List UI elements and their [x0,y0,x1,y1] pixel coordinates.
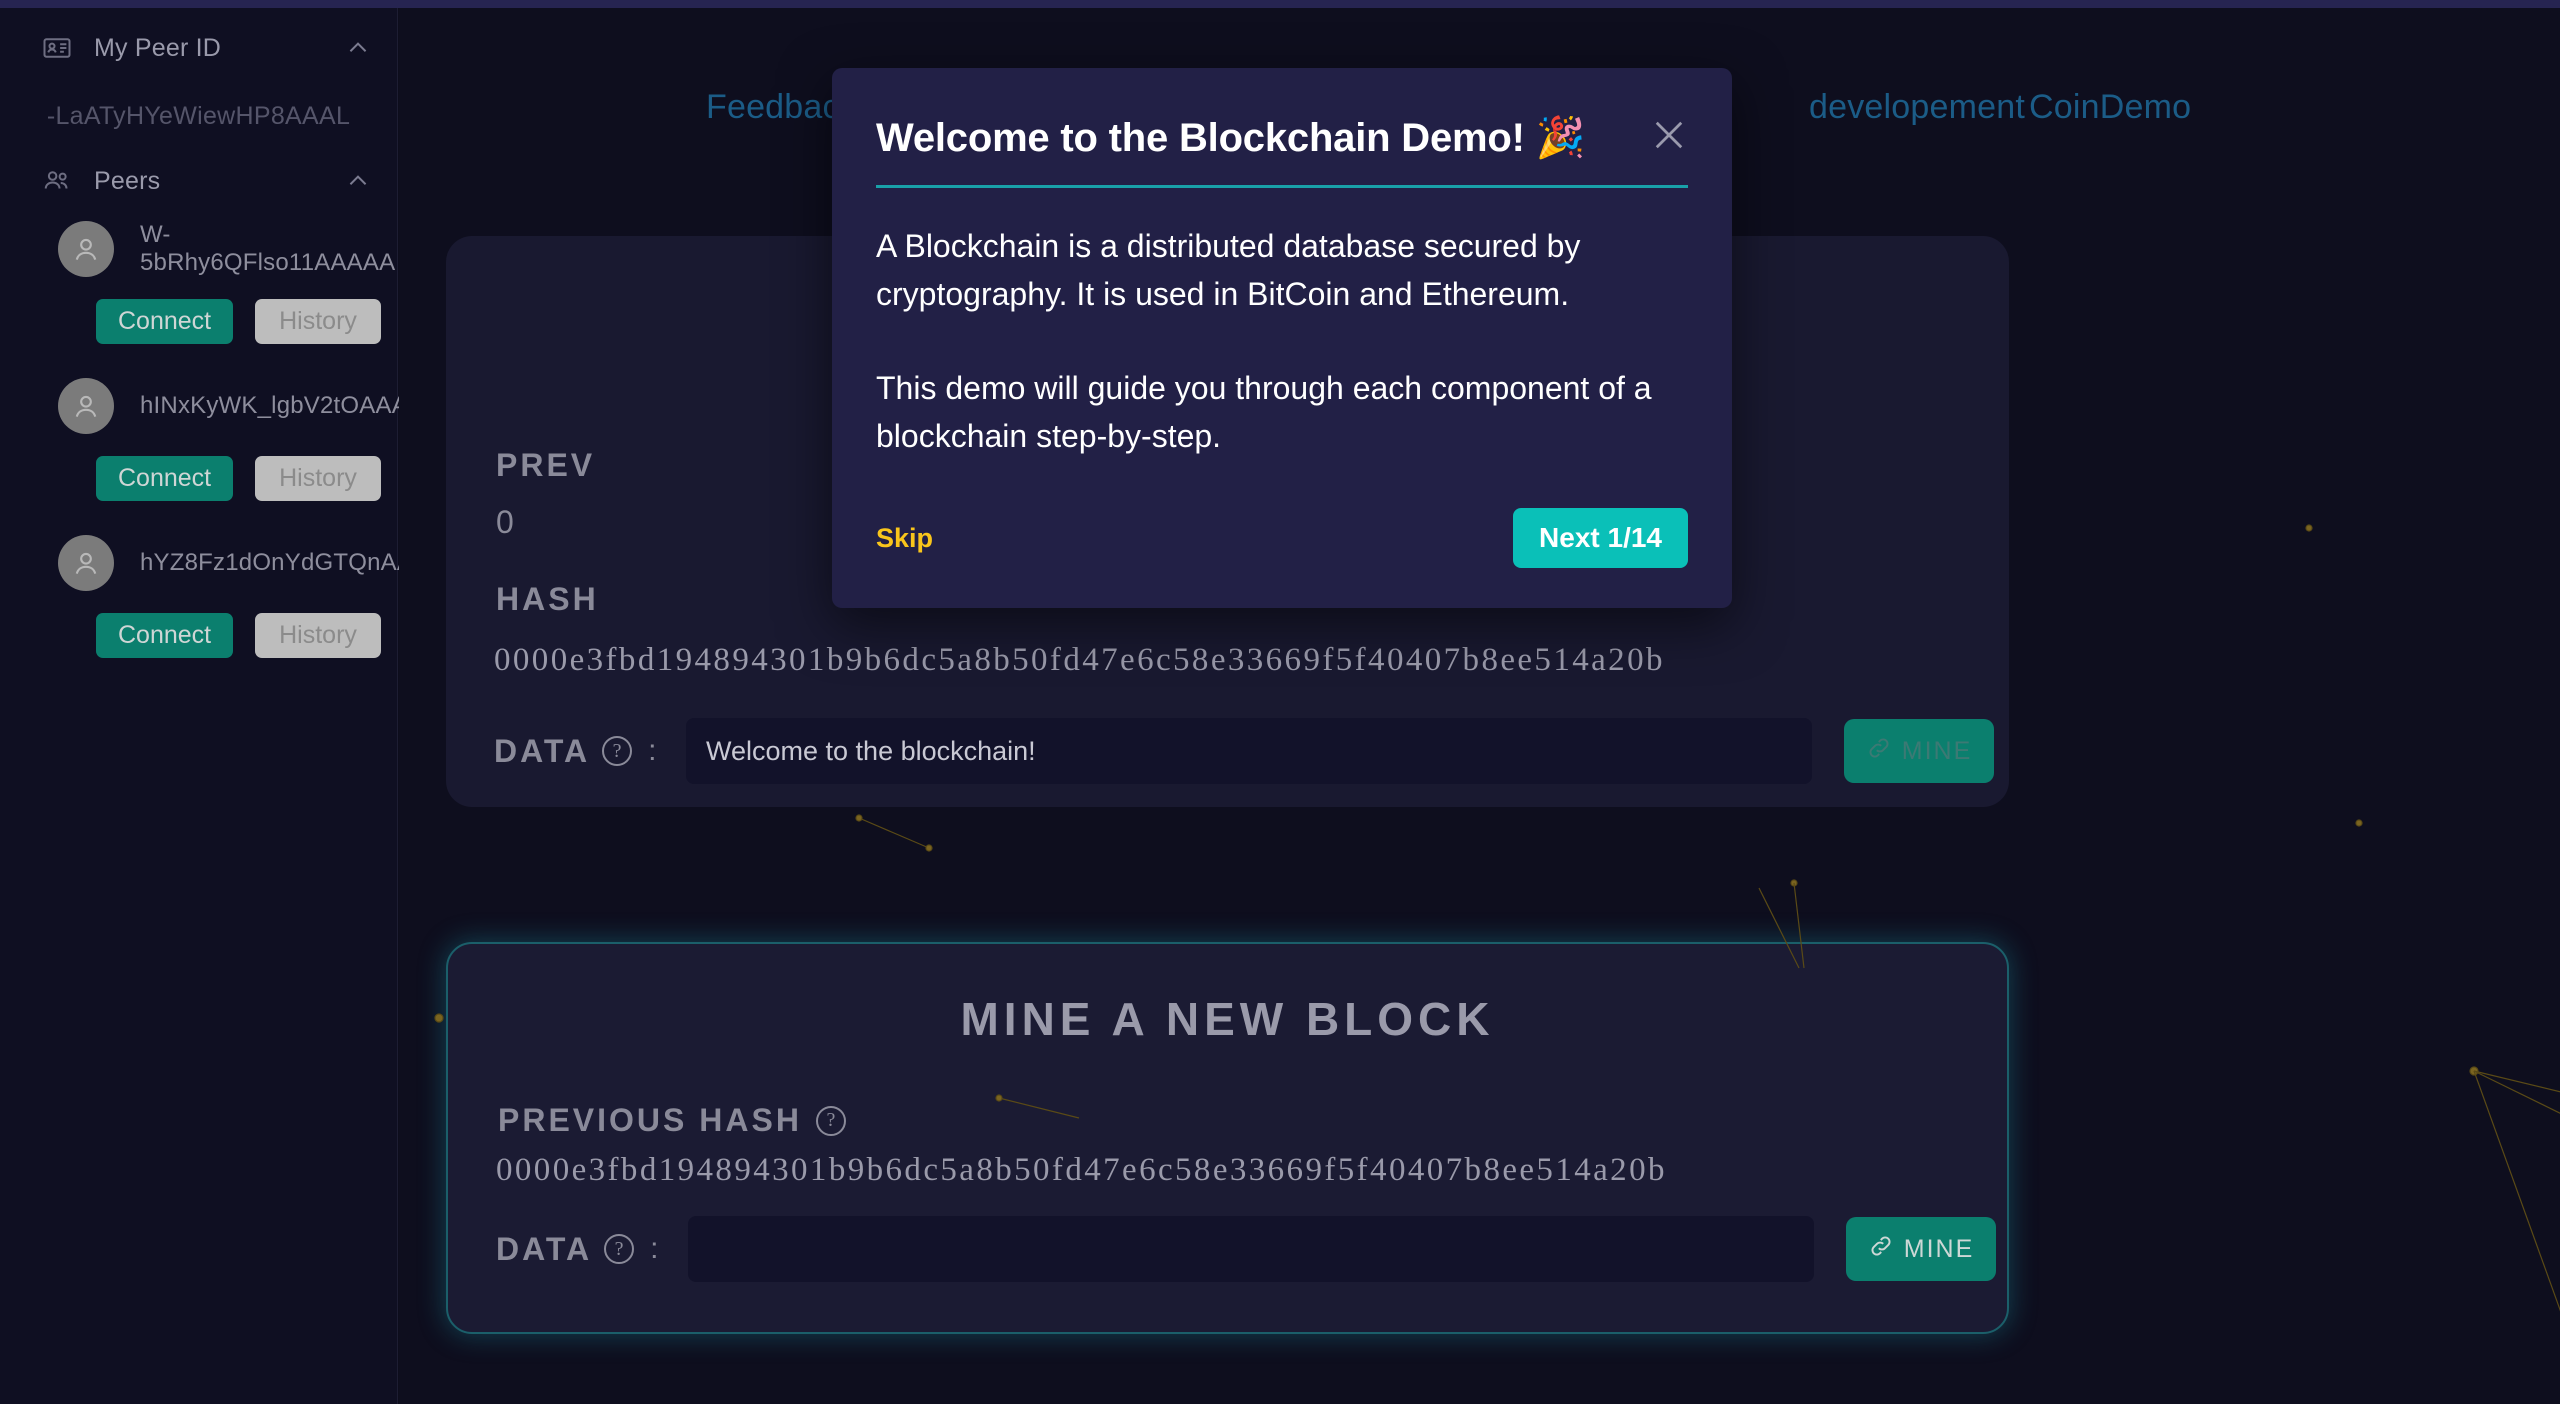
data-row: DATA ? : MINE [496,1216,1996,1282]
peer-name: hINxKyWK_lgbV2tOAAAB [140,392,425,419]
link-icon [1868,1233,1894,1266]
next-button[interactable]: Next 1/14 [1513,508,1688,568]
help-circle-icon[interactable]: ? [604,1234,635,1264]
top-accent-strip [0,0,2560,8]
hash-label: HASH [496,581,599,617]
history-button[interactable]: History [255,456,381,501]
chevron-up-icon[interactable] [345,168,371,194]
mine-button[interactable]: MINE [1844,719,1994,783]
previous-hash-label-group: PREVIOUS HASH ? [498,1102,846,1139]
list-item: W-5bRhy6QFlso11AAAAA Connect History [0,209,397,344]
previous-hash-label: PREVIOUS HASH [498,1102,802,1138]
help-circle-icon[interactable]: ? [815,1105,846,1136]
data-label: DATA [496,1230,593,1267]
history-button[interactable]: History [255,613,381,658]
help-circle-icon[interactable]: ? [602,736,633,766]
id-card-icon [42,33,72,63]
modal-paragraph-1: A Blockchain is a distributed database s… [876,228,1581,312]
peer-row: hINxKyWK_lgbV2tOAAAB [0,366,424,434]
modal-body: A Blockchain is a distributed database s… [832,188,1732,460]
hash-value: 0000e3fbd194894301b9b6dc5a8b50fd47e6c58e… [494,642,1665,678]
app-root: My Peer ID -LaATyHYeWiewHP8AAAL Peers W-… [0,0,2560,1404]
modal-title: Welcome to the Blockchain Demo! 🎉 [876,116,1586,160]
nav-link-development[interactable]: developement [1809,88,2025,127]
data-row: DATA ? : MINE [494,718,1994,784]
previous-hash-label: PREV [496,447,596,483]
history-button[interactable]: History [255,299,381,344]
modal-footer: Skip Next 1/14 [832,508,1732,608]
previous-hash-value: 0 [496,504,514,540]
chevron-up-icon[interactable] [345,35,371,61]
sidebar-section-label: My Peer ID [94,33,222,62]
data-label: DATA [494,732,591,769]
sidebar-section-label: Peers [94,166,161,195]
mine-button-label: MINE [1901,736,1973,765]
link-icon [1866,735,1892,768]
mine-button[interactable]: MINE [1846,1217,1996,1281]
list-item: hINxKyWK_lgbV2tOAAAB Connect History [0,366,424,501]
data-colon: : [650,1232,659,1265]
data-colon: : [648,734,657,767]
sidebar: My Peer ID -LaATyHYeWiewHP8AAAL Peers W-… [0,8,444,1404]
sidebar-section-peers[interactable]: Peers [0,153,397,209]
nav-link-coindemo[interactable]: CoinDemo [2029,88,2191,127]
previous-hash-value: 0000e3fbd194894301b9b6dc5a8b50fd47e6c58e… [496,1152,1667,1188]
skip-link[interactable]: Skip [876,523,933,554]
welcome-modal: Welcome to the Blockchain Demo! 🎉 A Bloc… [832,68,1732,608]
modal-paragraph-2: This demo will guide you through each co… [876,370,1652,454]
data-label-group: DATA ? : [494,733,686,770]
peer-actions: Connect History [0,277,397,344]
modal-header: Welcome to the Blockchain Demo! 🎉 [832,68,1732,161]
peer-name: W-5bRhy6QFlso11AAAAA [140,221,396,276]
peer-row: hYZ8Fz1dOnYdGTQnAAAF [0,523,444,591]
data-input[interactable] [686,718,1812,784]
data-label-group: DATA ? : [496,1231,688,1268]
peer-row: W-5bRhy6QFlso11AAAAA [0,209,397,277]
connect-button[interactable]: Connect [96,299,234,344]
people-icon [42,166,72,196]
avatar [58,378,114,434]
my-peer-id-value: -LaATyHYeWiewHP8AAAL [46,102,351,130]
list-item: hYZ8Fz1dOnYdGTQnAAAF Connect History [0,523,444,658]
sidebar-section-my-peer-id[interactable]: My Peer ID [0,20,397,76]
mine-new-block-card: MINE A NEW BLOCK PREVIOUS HASH ? 0000e3f… [446,942,2009,1334]
peer-actions: Connect History [0,591,397,658]
avatar [58,535,114,591]
peer-actions: Connect History [0,434,397,501]
mine-button-label: MINE [1903,1234,1975,1263]
mine-card-title: MINE A NEW BLOCK [960,993,1495,1045]
connect-button[interactable]: Connect [96,456,234,501]
data-input[interactable] [688,1216,1814,1282]
connect-button[interactable]: Connect [96,613,234,658]
close-icon[interactable] [1648,114,1690,156]
avatar [58,221,114,277]
